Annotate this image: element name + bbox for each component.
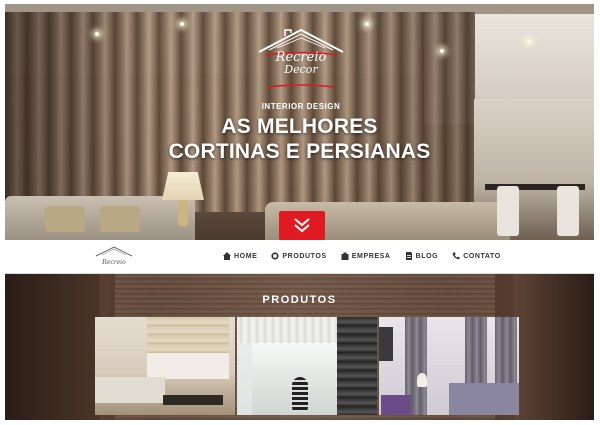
product-thumbnail-curtains[interactable] <box>379 317 519 415</box>
nav-item-produtos[interactable]: PRODUTOS <box>271 252 326 260</box>
hero-chair <box>557 186 579 236</box>
roller-shade-image <box>237 317 337 343</box>
thumb-lamp <box>417 373 427 387</box>
headline-line-1: AS MELHORES <box>221 115 378 138</box>
nav-item-label: PRODUTOS <box>282 252 327 260</box>
thumb-sofa <box>449 383 519 415</box>
nav-item-label: BLOG <box>415 252 439 260</box>
hero-lamp-base <box>178 200 188 226</box>
products-gallery <box>95 317 519 415</box>
headline-line-2: CORTINAS E PERSIANAS <box>168 140 431 163</box>
navbar-brand-name: Recreio <box>102 259 126 266</box>
ceiling-light <box>180 22 184 26</box>
navbar-logo[interactable]: Recreio Decor <box>93 244 135 289</box>
brand-sub: Decor <box>284 63 318 76</box>
thumb-picture <box>379 327 393 361</box>
scroll-down-button[interactable] <box>279 211 325 240</box>
hero-chair <box>497 186 519 236</box>
ceiling-light <box>95 32 99 36</box>
hero-logo[interactable]: Recreio Decor INTERIOR DESIGN <box>251 26 351 111</box>
nav-menu: HOME PRODUTOS EMPRESA BLOG CONTATO <box>223 252 501 260</box>
nav-item-home[interactable]: HOME <box>223 252 257 260</box>
grid-icon <box>271 252 280 260</box>
ceiling-light <box>365 22 369 26</box>
brand-tagline: INTERIOR DESIGN <box>261 102 341 111</box>
hero-headline: AS MELHORES CORTINAS E PERSIANAS <box>5 114 594 164</box>
home-icon <box>223 252 231 260</box>
ceiling-light <box>440 49 444 53</box>
ceiling-light <box>527 40 531 44</box>
page-frame: Recreio Decor INTERIOR DESIGN AS MELHORE… <box>5 4 594 420</box>
nav-item-empresa[interactable]: EMPRESA <box>341 252 391 260</box>
nav-item-label: HOME <box>234 252 258 260</box>
thumb-table <box>163 395 223 405</box>
chevron-double-down-icon <box>294 218 310 233</box>
roman-blinds-image <box>147 317 229 353</box>
roof-logo-icon <box>95 246 133 257</box>
hero-section: Recreio Decor INTERIOR DESIGN AS MELHORE… <box>5 4 594 240</box>
thumb-sofa <box>95 377 165 403</box>
products-section: PRODUTOS <box>5 274 594 420</box>
product-thumbnail-roller-blinds[interactable] <box>237 317 377 415</box>
nav-item-blog[interactable]: BLOG <box>405 252 439 260</box>
products-title: PRODUTOS <box>262 294 337 306</box>
hero-lamp-shade <box>162 172 204 200</box>
hero-cushion <box>45 206 85 232</box>
nav-item-label: CONTATO <box>463 252 501 260</box>
nav-item-label: EMPRESA <box>351 252 391 260</box>
honeycomb-blinds-image <box>337 317 377 415</box>
building-icon <box>341 252 349 260</box>
thumb-chair <box>381 395 411 415</box>
document-icon <box>405 252 412 260</box>
main-navbar: Recreio Decor HOME PRODUTOS EMPRESA BLOG <box>5 240 594 289</box>
nav-item-contato[interactable]: CONTATO <box>452 252 501 260</box>
thumb-vase <box>292 377 308 411</box>
hero-cushion <box>100 206 140 232</box>
product-thumbnail-roman-blinds[interactable] <box>95 317 235 415</box>
logo-swoosh-icon <box>267 84 335 88</box>
hero-background-shade <box>5 12 475 212</box>
phone-icon <box>453 252 460 260</box>
